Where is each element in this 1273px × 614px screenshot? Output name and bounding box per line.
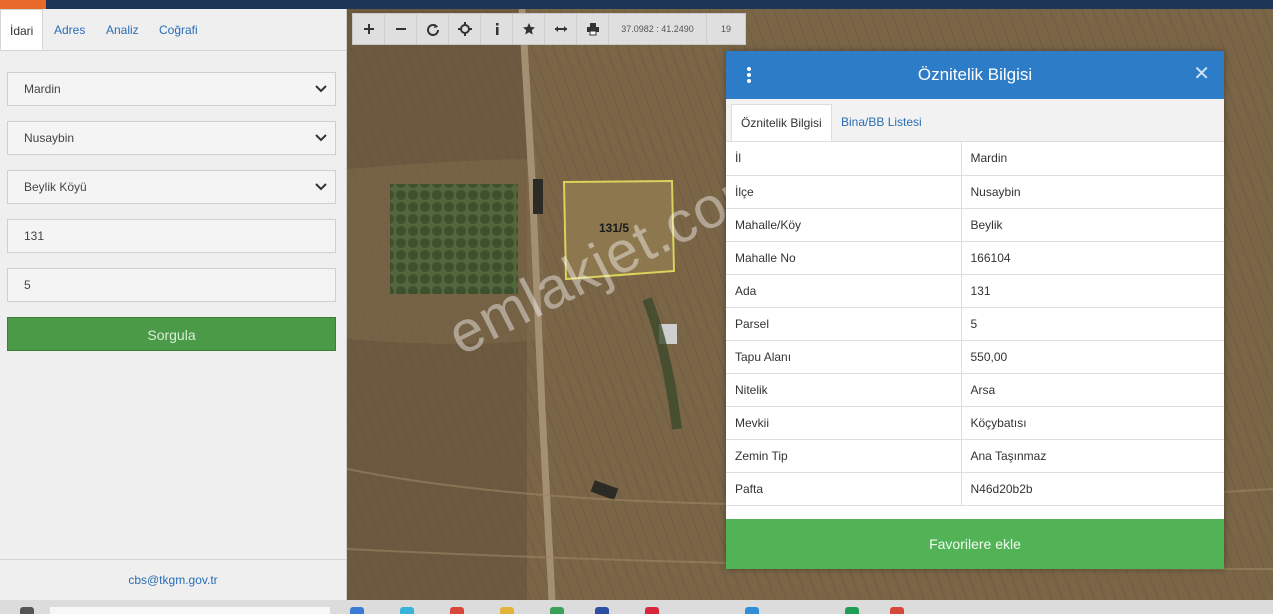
- il-select-value: Mardin: [24, 82, 61, 96]
- taskbar-app-icon[interactable]: [745, 607, 759, 614]
- taskbar-app-icon[interactable]: [450, 607, 464, 614]
- taskbar-app-icon[interactable]: [400, 607, 414, 614]
- attr-key: Nitelik: [726, 373, 962, 407]
- top-bar-accent: [0, 0, 46, 9]
- attr-key: Mahalle No: [726, 241, 962, 275]
- info-icon: [495, 23, 498, 35]
- favorites-button[interactable]: [513, 14, 545, 44]
- attr-key: Zemin Tip: [726, 439, 962, 473]
- refresh-icon: [426, 24, 439, 36]
- attr-value: Köçybatısı: [961, 406, 1224, 440]
- table-row: Parsel 5: [726, 307, 1224, 341]
- info-button[interactable]: [481, 14, 513, 44]
- popup-title: Öznitelik Bilgisi: [917, 65, 1033, 84]
- tab-oznitelik-bilgisi[interactable]: Öznitelik Bilgisi: [731, 104, 832, 141]
- taskbar-search[interactable]: [50, 607, 330, 614]
- parsel-input[interactable]: 5: [7, 268, 336, 302]
- attr-key: Ada: [726, 274, 962, 308]
- print-icon: [586, 23, 599, 36]
- attr-value: N46d20b2b: [961, 472, 1224, 506]
- query-sidebar: İdari Adres Analiz Coğrafi Mardin Nusayb…: [0, 9, 347, 600]
- attr-key: Tapu Alanı: [726, 340, 962, 374]
- plus-icon: [363, 24, 374, 34]
- taskbar-app-icon[interactable]: [500, 607, 514, 614]
- attr-value: 550,00: [961, 340, 1224, 374]
- measure-button[interactable]: [545, 14, 577, 44]
- ilce-select-value: Nusaybin: [24, 131, 75, 145]
- attr-value: Ana Taşınmaz: [961, 439, 1224, 473]
- tab-cografi[interactable]: Coğrafi: [150, 9, 207, 50]
- attr-value: Nusaybin: [961, 175, 1224, 209]
- sidebar-tabs: İdari Adres Analiz Coğrafi: [0, 9, 346, 51]
- attr-key: Mevkii: [726, 406, 962, 440]
- zoom-level: 19: [720, 24, 731, 34]
- table-row: Tapu Alanı 550,00: [726, 340, 1224, 374]
- chevron-down-icon: [315, 183, 327, 191]
- attr-key: Mahalle/Köy: [726, 208, 962, 242]
- tab-analiz[interactable]: Analiz: [97, 9, 148, 50]
- zoom-out-button[interactable]: [385, 14, 417, 44]
- print-button[interactable]: [577, 14, 609, 44]
- attr-key: Parsel: [726, 307, 962, 341]
- table-row: Mevkii Köçybatısı: [726, 406, 1224, 440]
- mahalle-select-value: Beylik Köyü: [24, 180, 87, 194]
- attr-value: Arsa: [961, 373, 1224, 407]
- add-favorite-button[interactable]: Favorilere ekle: [726, 519, 1224, 569]
- attr-key: Pafta: [726, 472, 962, 506]
- il-select[interactable]: Mardin: [7, 72, 336, 106]
- tab-bina-listesi[interactable]: Bina/BB Listesi: [832, 104, 931, 141]
- zoom-in-button[interactable]: [353, 14, 385, 44]
- chevron-down-icon: [315, 85, 327, 93]
- attr-key: İl: [726, 142, 962, 176]
- table-row: Pafta N46d20b2b: [726, 472, 1224, 506]
- star-icon: [522, 23, 535, 35]
- attribute-info-popup: Öznitelik Bilgisi ✕ Öznitelik Bilgisi Bi…: [726, 51, 1224, 569]
- taskbar-app-icon[interactable]: [350, 607, 364, 614]
- taskbar-app-icon[interactable]: [595, 607, 609, 614]
- sorgula-button[interactable]: Sorgula: [7, 317, 336, 351]
- table-row: Mahalle No 166104: [726, 241, 1224, 275]
- table-row: İl Mardin: [726, 142, 1224, 176]
- chevron-down-icon: [315, 134, 327, 142]
- locate-button[interactable]: [449, 14, 481, 44]
- ilce-select[interactable]: Nusaybin: [7, 121, 336, 155]
- coordinate-readout: 37.0982 : 41.2490: [609, 14, 707, 44]
- attr-key: İlçe: [726, 175, 962, 209]
- contact-email-link[interactable]: cbs@tkgm.gov.tr: [0, 559, 346, 600]
- mahalle-select[interactable]: Beylik Köyü: [7, 170, 336, 204]
- tab-idari[interactable]: İdari: [0, 9, 43, 50]
- measure-icon: [554, 26, 567, 32]
- taskbar: [0, 600, 1273, 614]
- attr-value: Mardin: [961, 142, 1224, 176]
- taskbar-app-icon[interactable]: [645, 607, 659, 614]
- refresh-button[interactable]: [417, 14, 449, 44]
- attr-value: 5: [961, 307, 1224, 341]
- close-icon[interactable]: ✕: [1193, 64, 1210, 84]
- popup-header: Öznitelik Bilgisi ✕: [726, 51, 1224, 99]
- taskbar-app-icon[interactable]: [890, 607, 904, 614]
- attr-value: 131: [961, 274, 1224, 308]
- table-row: Nitelik Arsa: [726, 373, 1224, 407]
- table-row: Ada 131: [726, 274, 1224, 308]
- tab-adres[interactable]: Adres: [45, 9, 94, 50]
- crosshair-icon: [457, 22, 472, 36]
- attr-value: 166104: [961, 241, 1224, 275]
- start-icon[interactable]: [20, 607, 34, 614]
- minus-icon: [395, 28, 406, 30]
- attr-value: Beylik: [961, 208, 1224, 242]
- table-row: Zemin Tip Ana Taşınmaz: [726, 439, 1224, 473]
- taskbar-app-icon[interactable]: [845, 607, 859, 614]
- ada-input[interactable]: 131: [7, 219, 336, 253]
- table-row: İlçe Nusaybin: [726, 175, 1224, 209]
- table-row: Mahalle/Köy Beylik: [726, 208, 1224, 242]
- top-bar: [0, 0, 1273, 9]
- attribute-table: İl Mardin İlçe Nusaybin Mahalle/Köy Beylik …: [726, 142, 1224, 506]
- popup-tabs: Öznitelik Bilgisi Bina/BB Listesi: [726, 99, 1224, 142]
- taskbar-app-icon[interactable]: [550, 607, 564, 614]
- map-toolbar: 37.0982 : 41.2490 19: [352, 13, 746, 45]
